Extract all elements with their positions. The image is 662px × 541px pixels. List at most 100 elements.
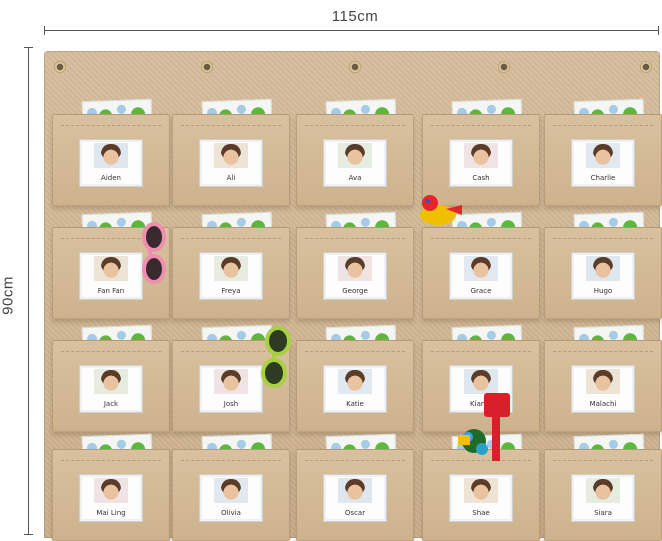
pocket-chart-board: Aiden Ali Ava Cash Charlie Fan Fan Freya George… (44, 51, 662, 541)
dimension-width-line (44, 26, 659, 35)
grommet-icon (498, 61, 510, 73)
child-name: Aiden (101, 174, 121, 182)
name-card: Katie (323, 365, 387, 413)
name-card: Shae (449, 474, 513, 522)
dimension-height-label: 90cm (0, 276, 17, 315)
grommet-icon (201, 61, 213, 73)
name-card: Ava (323, 139, 387, 187)
pink-sunglasses-icon (140, 221, 174, 292)
name-card: Malachi (571, 365, 635, 413)
polka-dot (608, 439, 619, 449)
name-card: Fan Fan (79, 252, 143, 300)
name-card: Charlie (571, 139, 635, 187)
pocket: Ali (172, 98, 290, 206)
polka-dot (236, 217, 247, 227)
pocket: Katie (296, 324, 414, 432)
child-name: Malachi (589, 400, 617, 408)
name-card: Josh (199, 365, 263, 413)
pocket: Aiden (52, 98, 170, 206)
child-photo (221, 144, 241, 166)
child-name: Grace (470, 287, 492, 295)
pocket: Grace (422, 211, 540, 319)
pocket: Charlie (544, 98, 662, 206)
child-photo (345, 479, 365, 501)
pocket: Jack (52, 324, 170, 432)
child-name: Oscar (344, 509, 366, 517)
child-photo (593, 479, 613, 501)
child-name: Cash (472, 174, 490, 182)
child-photo (101, 257, 121, 279)
pocket: Olivia (172, 433, 290, 541)
pocket: Ava (296, 98, 414, 206)
polka-dot (360, 217, 371, 227)
child-photo (345, 257, 365, 279)
pocket-front: Freya (172, 227, 290, 319)
child-name: Josh (223, 400, 239, 408)
child-name: Ava (348, 174, 362, 182)
name-card: Ali (199, 139, 263, 187)
child-photo (101, 370, 121, 392)
pocket: Malachi (544, 324, 662, 432)
polka-dot (608, 330, 619, 340)
name-card: Mai Ling (79, 474, 143, 522)
name-card: Aiden (79, 139, 143, 187)
dimension-width-label: 115cm (331, 8, 379, 25)
green-sunglasses-icon (258, 325, 294, 396)
child-photo (221, 479, 241, 501)
pocket: Mai Ling (52, 433, 170, 541)
polka-dot (116, 330, 127, 340)
name-card: Hugo (571, 252, 635, 300)
polka-dot (360, 104, 371, 114)
pocket: Cash (422, 98, 540, 206)
pocket: Freya (172, 211, 290, 319)
pocket-front: Ava (296, 114, 414, 206)
child-name: Ali (226, 174, 236, 182)
polka-dot (236, 439, 247, 449)
name-card: Grace (449, 252, 513, 300)
child-name: Siara (594, 509, 612, 517)
polka-dot (116, 104, 127, 114)
polka-dot (116, 439, 127, 449)
child-photo (593, 144, 613, 166)
pocket-front: Katie (296, 340, 414, 432)
name-card: Olivia (199, 474, 263, 522)
polka-dot (236, 330, 247, 340)
toy-bucket-spade-icon (456, 389, 526, 470)
child-name: Jack (103, 400, 119, 408)
name-card: Jack (79, 365, 143, 413)
child-photo (471, 479, 491, 501)
pocket-front: Olivia (172, 449, 290, 541)
polka-dot (486, 217, 497, 227)
polka-dot (360, 439, 371, 449)
child-name: Fan Fan (97, 287, 125, 295)
pocket-front: Jack (52, 340, 170, 432)
child-photo (345, 144, 365, 166)
pocket: Hugo (544, 211, 662, 319)
child-photo (101, 144, 121, 166)
pocket-front: Hugo (544, 227, 662, 319)
pocket-front: Grace (422, 227, 540, 319)
child-photo (101, 479, 121, 501)
name-card: Oscar (323, 474, 387, 522)
pocket-front: Ali (172, 114, 290, 206)
pocket-front: Malachi (544, 340, 662, 432)
polka-dot (486, 330, 497, 340)
toy-duck-icon (416, 193, 466, 232)
name-card: Siara (571, 474, 635, 522)
name-card: Freya (199, 252, 263, 300)
polka-dot (486, 104, 497, 114)
child-photo (471, 144, 491, 166)
polka-dot (360, 330, 371, 340)
pocket: Siara (544, 433, 662, 541)
pocket-front: Mai Ling (52, 449, 170, 541)
pocket-front: Siara (544, 449, 662, 541)
polka-dot (116, 217, 127, 227)
pocket: Oscar (296, 433, 414, 541)
pocket-front: Charlie (544, 114, 662, 206)
child-photo (221, 370, 241, 392)
child-name: Freya (221, 287, 241, 295)
pocket-front: Oscar (296, 449, 414, 541)
pocket-front: Aiden (52, 114, 170, 206)
child-photo (471, 257, 491, 279)
pocket: George (296, 211, 414, 319)
